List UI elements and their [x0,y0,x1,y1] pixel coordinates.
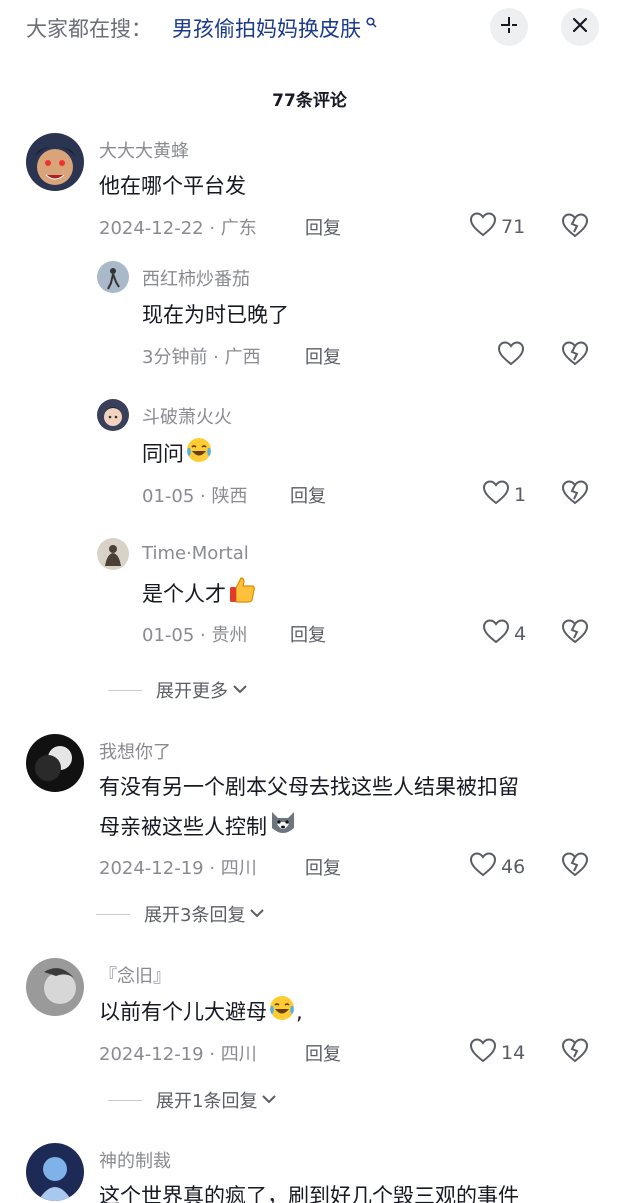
comment-text-content: 母亲被这些人控制 [99,815,267,839]
comment-date-location: 2024-12-22 · 广东 [99,218,257,239]
like-count: 14 [501,1041,526,1064]
expand-replies-button[interactable]: 展开1条回复 [108,1087,277,1113]
comment-count-title: 77条评论 [272,91,347,111]
reply-button[interactable]: 回复 [305,854,341,880]
expand-label: 展开更多 [156,681,228,702]
like-count: 46 [501,855,526,878]
reply-button[interactable]: 回复 [290,482,326,508]
search-term-text: 男孩偷拍妈妈换皮肤 [172,17,361,41]
dislike-button[interactable] [561,479,589,509]
avatar[interactable] [97,538,129,570]
broken-heart-icon [561,213,589,242]
comment-date-location: 2024-12-19 · 四川 [99,858,257,879]
comment-text: 这个世界真的疯了，刷到好几个毁三观的事件 [99,1184,519,1203]
like-button[interactable]: 46 [469,851,525,882]
chevron-down-icon [233,683,247,698]
like-count: 71 [501,215,526,238]
heart-icon [469,1037,497,1068]
dislike-button[interactable] [561,618,589,648]
close-icon [572,17,588,37]
thumbs-up-emoji [227,575,257,615]
reply-text: 现在为时已晚了 [142,303,289,327]
search-suggestion-bar: 大家都在搜： 男孩偷拍妈妈换皮肤 [0,0,619,56]
collapse-button[interactable] [490,8,528,46]
avatar[interactable] [97,261,129,293]
reply-username[interactable]: Time·Mortal [142,543,249,564]
reply-date-location: 01-05 · 贵州 [142,625,248,646]
expand-label: 展开3条回复 [144,905,246,926]
expand-more-replies-button[interactable]: 展开更多 [108,677,247,703]
heart-icon [497,340,525,371]
collapse-icon [500,16,518,38]
reply-text-content: 是个人才 [142,582,226,606]
comment-text: 他在哪个平台发 [99,174,246,198]
dislike-button[interactable] [561,212,589,242]
reply-button[interactable]: 回复 [305,214,341,240]
broken-heart-icon [561,619,589,648]
heart-icon [469,851,497,882]
laughing-tears-emoji [268,994,296,1032]
like-button[interactable]: 71 [469,211,525,242]
divider [96,913,130,915]
like-button[interactable]: 14 [469,1037,525,1068]
avatar[interactable] [26,958,84,1016]
dislike-button[interactable] [561,851,589,881]
search-icon [362,16,377,32]
avatar[interactable] [26,133,84,191]
like-button[interactable]: 1 [482,479,526,510]
like-count: 4 [514,622,527,645]
comment-username[interactable]: 我想你了 [99,738,171,764]
heart-icon [482,479,510,510]
husky-emoji [268,808,298,848]
broken-heart-icon [561,1038,589,1067]
expand-label: 展开1条回复 [156,1091,258,1112]
like-button[interactable]: 4 [482,618,526,649]
dislike-button[interactable] [561,1037,589,1067]
reply-button[interactable]: 回复 [305,343,341,369]
reply-button[interactable]: 回复 [290,621,326,647]
comment-username[interactable]: 神的制裁 [99,1147,171,1173]
comment-text: 以前有个儿大避母, [99,994,303,1032]
heart-icon [482,618,510,649]
reply-username[interactable]: 斗破萧火火 [142,403,232,429]
dislike-button[interactable] [561,340,589,370]
comment-text-content: 以前有个儿大避母 [99,1000,267,1024]
comment-username[interactable]: 大大大黄蜂 [99,137,189,163]
expand-replies-button[interactable]: 展开3条回复 [96,901,265,927]
comment-text-line2: 母亲被这些人控制 [99,808,298,848]
like-count: 1 [514,483,527,506]
avatar[interactable] [26,734,84,792]
search-prefix-label: 大家都在搜： [26,17,152,41]
broken-heart-icon [561,852,589,881]
divider [108,1099,142,1101]
close-button[interactable] [561,8,599,46]
chevron-down-icon [250,907,265,922]
reply-text: 是个人才 [142,575,257,615]
comment-username[interactable]: 『念旧』 [99,962,171,988]
reply-text: 同问 [142,436,213,474]
reply-text-content: 同问 [142,442,184,466]
reply-username[interactable]: 西红柿炒番茄 [142,265,250,291]
avatar[interactable] [97,399,129,431]
comment-text-suffix: , [296,1000,303,1024]
like-button[interactable] [497,340,525,371]
broken-heart-icon [561,341,589,370]
divider [108,689,142,691]
search-suggestion-link[interactable]: 男孩偷拍妈妈换皮肤 [172,13,377,43]
heart-icon [469,211,497,242]
reply-button[interactable]: 回复 [305,1040,341,1066]
reply-date-location: 3分钟前 · 广西 [142,347,261,368]
chevron-down-icon [262,1093,277,1108]
comment-date-location: 2024-12-19 · 四川 [99,1044,257,1065]
reply-date-location: 01-05 · 陕西 [142,486,248,507]
comment-text-line1: 有没有另一个剧本父母去找这些人结果被扣留 [99,775,519,799]
avatar[interactable] [26,1143,84,1201]
broken-heart-icon [561,480,589,509]
laughing-tears-emoji [185,436,213,474]
